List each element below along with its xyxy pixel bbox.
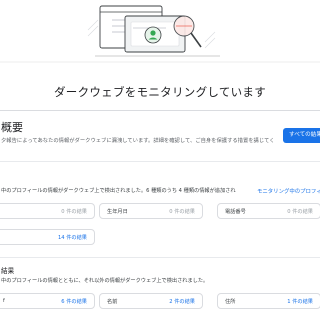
browser-window-illustration <box>99 5 186 53</box>
result-card-count: 2 件の結果 <box>169 299 195 305</box>
result-card-count: 1 件の結果 <box>287 299 313 305</box>
result-card[interactable]: 0 件の結果 <box>0 203 95 219</box>
avatar-icon <box>144 26 162 44</box>
dark-web-illustration <box>0 5 320 63</box>
other-results-title: 結果 <box>1 267 15 275</box>
result-card-label: 電話番号 <box>225 209 246 215</box>
monitored-profile-summary: 中のプロフィールの情報がダークウェブ上で検出されました。6 種類のうち 4 種類… <box>1 188 236 194</box>
result-card-count: 0 件の結果 <box>287 209 313 215</box>
section-divider <box>0 257 320 258</box>
section-divider <box>0 161 320 162</box>
result-card-count: 0 件の結果 <box>61 209 87 215</box>
result-card-name[interactable]: 名前 2 件の結果 <box>99 293 203 309</box>
page-title: ダークウェブをモニタリングしています <box>53 85 267 99</box>
result-card-phone[interactable]: 電話番号 0 件の結果 <box>217 203 320 219</box>
result-card[interactable]: 14 件の結果 <box>0 229 95 245</box>
monitored-profile-link[interactable]: モニタリング中のプロフィ <box>257 187 320 195</box>
result-card-birthdate[interactable]: 生年月日 0 件の結果 <box>99 203 203 219</box>
result-card-label: 名前 <box>107 299 118 305</box>
result-card[interactable]: f 6 件の結果 <box>0 293 95 309</box>
result-card-label: 生年月日 <box>107 209 128 215</box>
dark-web-report-page: ダークウェブをモニタリングしています 概要 夕報告によってあなたの情報がダークウ… <box>0 0 320 320</box>
result-card-count: 0 件の結果 <box>169 209 195 215</box>
other-results-summary: 中のプロフィールの情報とともに、それ以外の情報がダークウェブ上で検出されました。 <box>1 278 209 284</box>
result-card-label: f <box>3 298 5 304</box>
overview-card: 概要 夕報告によってあなたの情報がダークウェブに漏洩しています。詳細を確認して、… <box>0 110 320 320</box>
result-card-count: 6 件の結果 <box>61 299 87 305</box>
result-card-label: 住所 <box>225 299 236 305</box>
result-card-address[interactable]: 住所 1 件の結果 <box>217 293 320 309</box>
overview-description: 夕報告によってあなたの情報がダークウェブに漏洩しています。詳細を確認して、ご自身… <box>1 138 275 144</box>
all-results-button[interactable]: すべての結果 <box>283 128 320 143</box>
overview-title: 概要 <box>1 121 23 134</box>
result-card-count: 14 件の結果 <box>58 235 87 241</box>
